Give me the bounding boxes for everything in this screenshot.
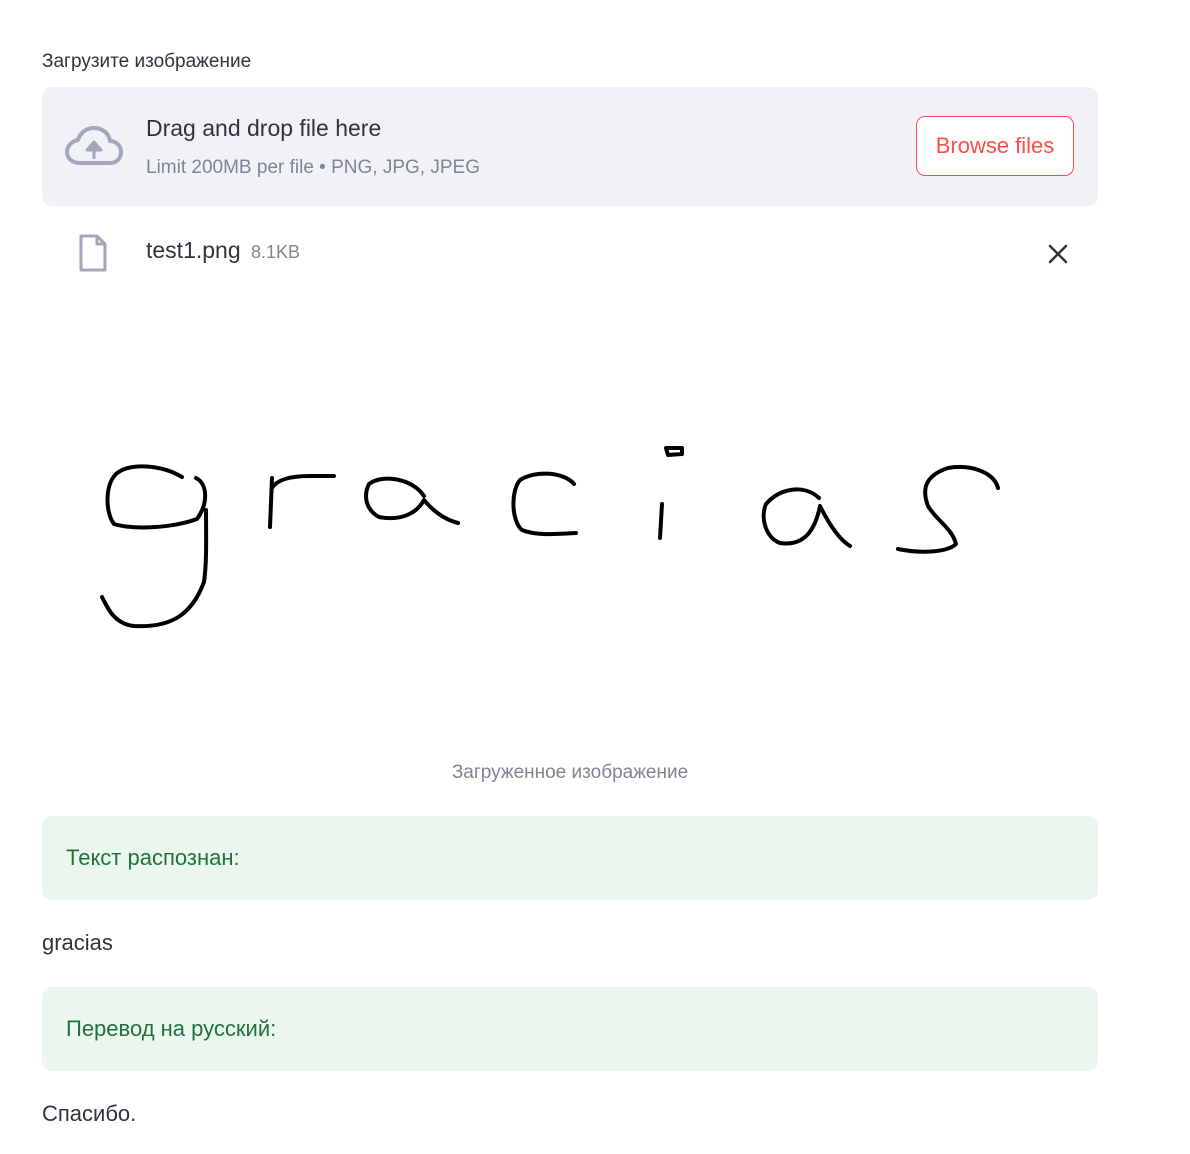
recognized-text: gracias: [42, 930, 113, 955]
translation-success-alert: Перевод на русский:: [42, 987, 1098, 1071]
uploaded-file-name: test1.png: [146, 237, 241, 263]
image-caption: Загруженное изображение: [451, 762, 689, 783]
file-uploader-label: Загрузите изображение: [42, 51, 252, 72]
dropzone-limit-text: Limit 200MB per file • PNG, JPG, JPEG: [146, 157, 480, 178]
uploaded-file-size: 8.1KB: [251, 242, 301, 262]
handwriting-gracias-image: [100, 446, 1000, 629]
dropzone-title: Drag and drop file here: [146, 115, 382, 141]
translated-text: Спасибо.: [42, 1101, 137, 1126]
close-icon[interactable]: [1044, 240, 1072, 268]
file-icon: [79, 234, 107, 272]
uploaded-image: [42, 392, 1098, 662]
recognition-success-alert: Текст распознан:: [42, 816, 1098, 900]
cloud-upload-icon: [65, 126, 123, 165]
browse-files-button[interactable]: Browse files: [916, 116, 1074, 176]
uploaded-file-row: test1.png 8.1KB: [42, 226, 1098, 280]
file-dropzone[interactable]: Drag and drop file here Limit 200MB per …: [42, 87, 1098, 206]
